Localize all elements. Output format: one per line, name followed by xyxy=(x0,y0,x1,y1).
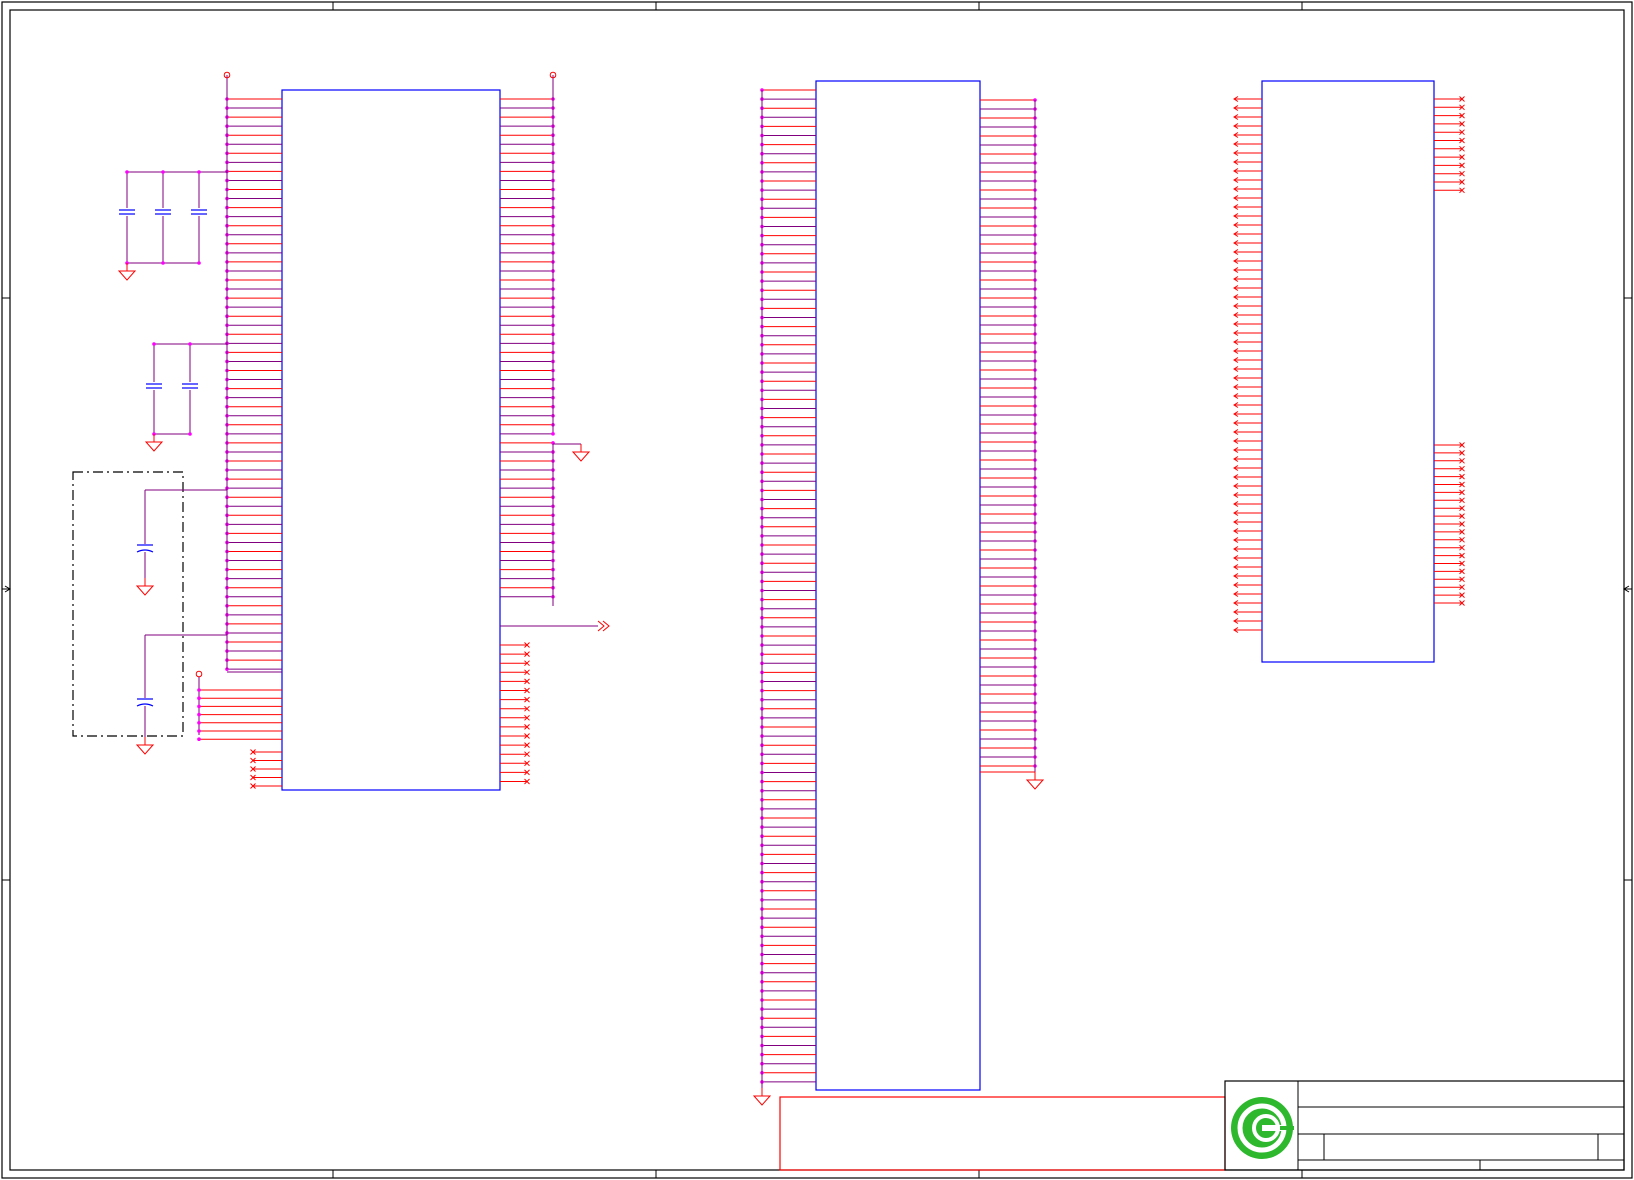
u1-aux-junction xyxy=(197,712,201,717)
outer-frame xyxy=(1,1,1633,1179)
component-u3[interactable] xyxy=(1233,80,1465,663)
junction-dot xyxy=(188,342,192,346)
junction-dot xyxy=(161,261,165,265)
cap-group-3-ground-b xyxy=(135,737,155,755)
capacitor-2 xyxy=(155,209,171,215)
junction-dot xyxy=(188,432,192,436)
cap-group-1-ground xyxy=(117,263,137,281)
u1-aux-power-port xyxy=(195,670,203,678)
junction-dot xyxy=(125,170,129,174)
capacitor-4 xyxy=(146,383,162,389)
decoupling-capacitors xyxy=(72,170,227,755)
zone-arrow-right xyxy=(1623,585,1632,593)
cap-group-2-ground xyxy=(144,434,164,452)
u1-aux-junction xyxy=(197,721,201,725)
junction-dot xyxy=(197,261,201,265)
schematic-canvas xyxy=(1,1,1633,1179)
title-block xyxy=(779,1080,1625,1171)
junction-dot xyxy=(161,170,165,174)
u1-aux-junction xyxy=(197,729,201,733)
logo-notch xyxy=(1280,1126,1294,1130)
cap-group-3-boundary xyxy=(72,471,184,737)
component-u1[interactable] xyxy=(195,71,610,791)
u1-aux-junction xyxy=(197,737,201,741)
u1-aux-junction xyxy=(197,688,201,692)
notes-box xyxy=(779,1096,1226,1171)
junction-dot xyxy=(152,342,156,346)
capacitor-3 xyxy=(191,209,207,215)
u1-right-ground xyxy=(571,444,591,462)
u2-left-ground xyxy=(752,1088,772,1106)
u1-aux-junction xyxy=(197,704,201,709)
u2-right-ground xyxy=(1025,772,1045,790)
net-port-arrow-icon xyxy=(597,620,610,632)
junction-dot xyxy=(197,170,201,174)
capacitor-1 xyxy=(119,209,135,215)
polarized-capacitor-2 xyxy=(136,698,154,707)
company-logo-icon xyxy=(1231,1097,1294,1159)
polarized-capacitor-1 xyxy=(136,544,154,553)
cap-group-3-ground-a xyxy=(135,578,155,596)
sheet-border xyxy=(1,1,1633,1179)
u1-body xyxy=(281,89,501,791)
inner-frame xyxy=(9,9,1625,1171)
zone-markers xyxy=(2,2,1632,1178)
u1-right-junction xyxy=(551,432,555,436)
zone-arrow-left xyxy=(2,585,11,593)
u2-body xyxy=(815,80,981,1091)
component-u2[interactable] xyxy=(752,80,1045,1106)
capacitor-5 xyxy=(182,383,198,389)
u1-aux-junction xyxy=(197,696,201,700)
schematic-sheet xyxy=(0,0,1634,1180)
u3-body xyxy=(1261,80,1435,663)
